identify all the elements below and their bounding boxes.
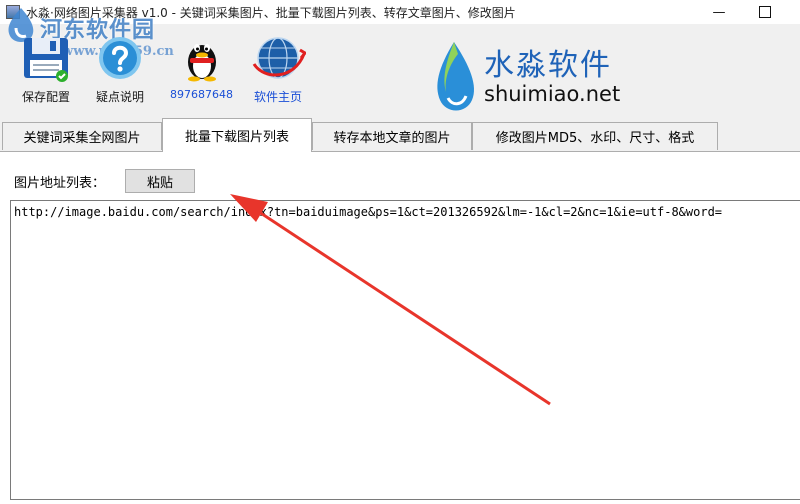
help-label: 疑点说明 — [96, 90, 145, 104]
brand-url: shuimiao.net — [484, 82, 621, 106]
tab-bar: 关键词采集全网图片 批量下载图片列表 转存本地文章的图片 修改图片MD5、水印、… — [0, 118, 800, 152]
help-button[interactable]: 疑点说明 — [96, 34, 144, 105]
globe-icon — [252, 37, 306, 79]
qq-penguin-icon — [187, 44, 216, 82]
qq-contact-button[interactable]: 897687648 — [170, 34, 233, 101]
toolbar: 保存配置 疑点说明 897687648 软件主页 水淼软件 shuimiao.n… — [0, 24, 800, 116]
minimize-icon: — — [712, 4, 726, 20]
tab-keyword-collect[interactable]: 关键词采集全网图片 — [2, 122, 162, 150]
qq-number-label: 897687648 — [170, 88, 233, 101]
floppy-disk-icon — [24, 38, 68, 82]
batch-download-panel: 图片地址列表： 粘贴 http://image.baidu.com/search… — [0, 152, 800, 504]
tab-save-article-images[interactable]: 转存本地文章的图片 — [312, 122, 472, 150]
tab-label: 关键词采集全网图片 — [23, 131, 141, 146]
help-question-icon — [99, 37, 141, 79]
url-list-textarea[interactable]: http://image.baidu.com/search/index?tn=b… — [10, 200, 800, 500]
url-list-text: http://image.baidu.com/search/index?tn=b… — [14, 205, 723, 219]
maximize-icon — [759, 6, 771, 18]
homepage-label: 软件主页 — [253, 90, 302, 104]
maximize-button[interactable] — [742, 0, 788, 24]
brand-logo: 水淼软件 shuimiao.net — [432, 38, 652, 118]
tab-label: 批量下载图片列表 — [184, 130, 289, 145]
brand-name: 水淼软件 — [484, 48, 612, 83]
paste-button[interactable]: 粘贴 — [125, 169, 195, 193]
tab-label: 转存本地文章的图片 — [333, 131, 451, 146]
tab-label: 修改图片MD5、水印、尺寸、格式 — [495, 131, 695, 146]
url-list-label: 图片地址列表： — [14, 176, 106, 191]
save-config-label: 保存配置 — [22, 90, 71, 104]
minimize-button[interactable]: — — [696, 0, 742, 24]
water-drop-logo — [437, 42, 474, 111]
tab-batch-download[interactable]: 批量下载图片列表 — [162, 118, 312, 152]
tab-modify-images[interactable]: 修改图片MD5、水印、尺寸、格式 — [472, 122, 718, 150]
homepage-button[interactable]: 软件主页 — [250, 34, 306, 105]
save-config-button[interactable]: 保存配置 — [22, 34, 70, 105]
